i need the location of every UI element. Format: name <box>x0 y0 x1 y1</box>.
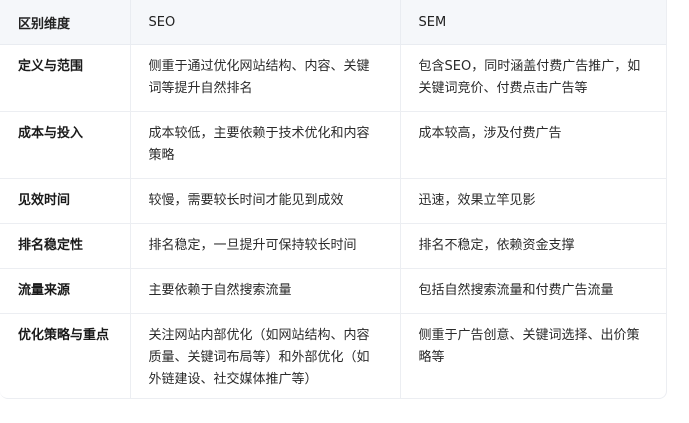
header-seo: SEO <box>130 0 401 45</box>
table-row: 排名稳定性 排名稳定，一旦提升可保持较长时间 排名不稳定，依赖资金支撑 <box>0 223 666 269</box>
header-sem: SEM <box>400 0 666 45</box>
row-sem-cell: 迅速，效果立竿见影 <box>400 178 666 224</box>
row-sem-cell: 成本较高，涉及付费广告 <box>400 111 666 179</box>
seo-sem-table: 区别维度 SEO SEM 定义与范围 侧重于通过优化网站结构、内容、关键词等提升… <box>0 0 666 398</box>
row-seo-cell: 侧重于通过优化网站结构、内容、关键词等提升自然排名 <box>130 44 401 112</box>
table-row: 成本与投入 成本较低，主要依赖于技术优化和内容策略 成本较高，涉及付费广告 <box>0 111 666 179</box>
table-row: 定义与范围 侧重于通过优化网站结构、内容、关键词等提升自然排名 包含SEO，同时… <box>0 44 666 112</box>
row-dimension: 流量来源 <box>0 268 131 314</box>
row-sem-cell: 包括自然搜索流量和付费广告流量 <box>400 268 666 314</box>
header-dimension: 区别维度 <box>0 0 131 45</box>
row-sem-cell: 侧重于广告创意、关键词选择、出价策略等 <box>418 328 640 365</box>
row-seo-cell: 较慢，需要较长时间才能见到成效 <box>130 178 401 224</box>
row-seo-cell: 主要依赖于自然搜索流量 <box>130 268 401 314</box>
table-row: 见效时间 较慢，需要较长时间才能见到成效 迅速，效果立竿见影 <box>0 178 666 224</box>
table-row: 优化策略与重点 关注网站内部优化（如网站结构、内容质量、关键词布局等）和外部优化… <box>0 313 666 398</box>
row-dimension: 排名稳定性 <box>0 223 131 269</box>
table-header-row: 区别维度 SEO SEM <box>0 0 666 45</box>
row-dimension: 成本与投入 <box>0 111 131 179</box>
row-dimension: 优化策略与重点 <box>0 313 131 398</box>
row-seo-cell: 排名稳定，一旦提升可保持较长时间 <box>130 223 401 269</box>
row-dimension: 定义与范围 <box>0 44 131 112</box>
row-sem-cell: 排名不稳定，依赖资金支撑 <box>400 223 666 269</box>
row-seo-cell: 成本较低，主要依赖于技术优化和内容策略 <box>130 111 401 179</box>
row-sem-cell: 包含SEO，同时涵盖付费广告推广，如关键词竞价、付费点击广告等 <box>400 44 666 112</box>
row-seo-cell: 关注网站内部优化（如网站结构、内容质量、关键词布局等）和外部优化（如外链建设、社… <box>130 313 401 398</box>
table-row: 流量来源 主要依赖于自然搜索流量 包括自然搜索流量和付费广告流量 <box>0 268 666 314</box>
comparison-table: 区别维度 SEO SEM 定义与范围 侧重于通过优化网站结构、内容、关键词等提升… <box>0 0 667 399</box>
row-dimension: 见效时间 <box>0 178 131 224</box>
